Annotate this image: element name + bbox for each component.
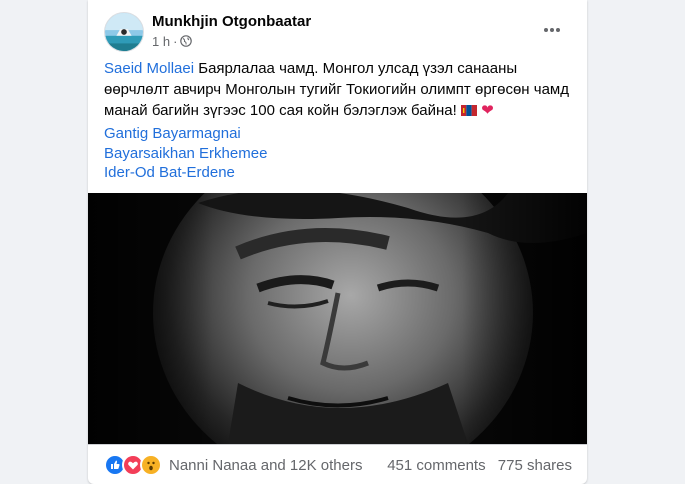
post-footer: Nanni Nanaa and 12K others 451 comments …: [88, 444, 587, 484]
more-options-icon: [544, 28, 560, 32]
globe-icon[interactable]: [180, 35, 193, 47]
heart-emoji: ❤: [481, 102, 494, 119]
meta-separator: ·: [173, 33, 178, 49]
tag-link-2[interactable]: Bayarsaikhan Erkhemee: [104, 145, 267, 163]
post-counts: 451 comments 775 shares: [387, 457, 572, 474]
more-options-button[interactable]: [540, 18, 564, 42]
tag-link-3[interactable]: Ider-Od Bat-Erdene: [104, 164, 235, 182]
reactions-summary[interactable]: Nanni Nanaa and 12K others: [169, 457, 362, 474]
post-time[interactable]: 1 h: [152, 34, 170, 49]
author-name[interactable]: Munkhjin Otgonbaatar: [152, 13, 311, 30]
shares-count[interactable]: 775 shares: [498, 457, 572, 474]
post-message: Saeid Mollaei Баярлалаа чамд. Монгол улс…: [104, 58, 574, 121]
reaction-icons[interactable]: [104, 454, 162, 476]
comments-count[interactable]: 451 comments: [387, 457, 485, 474]
mention-link[interactable]: Saeid Mollaei: [104, 60, 194, 77]
tag-link-1[interactable]: Gantig Bayarmagnai: [104, 125, 241, 143]
wow-icon: [140, 454, 162, 476]
mongolia-flag-icon: [460, 105, 477, 116]
post-card: Munkhjin Otgonbaatar 1 h · Saeid Mollaei…: [88, 0, 587, 484]
post-photo[interactable]: [88, 193, 587, 444]
author-avatar[interactable]: [104, 12, 144, 52]
post-meta: 1 h ·: [152, 33, 193, 49]
